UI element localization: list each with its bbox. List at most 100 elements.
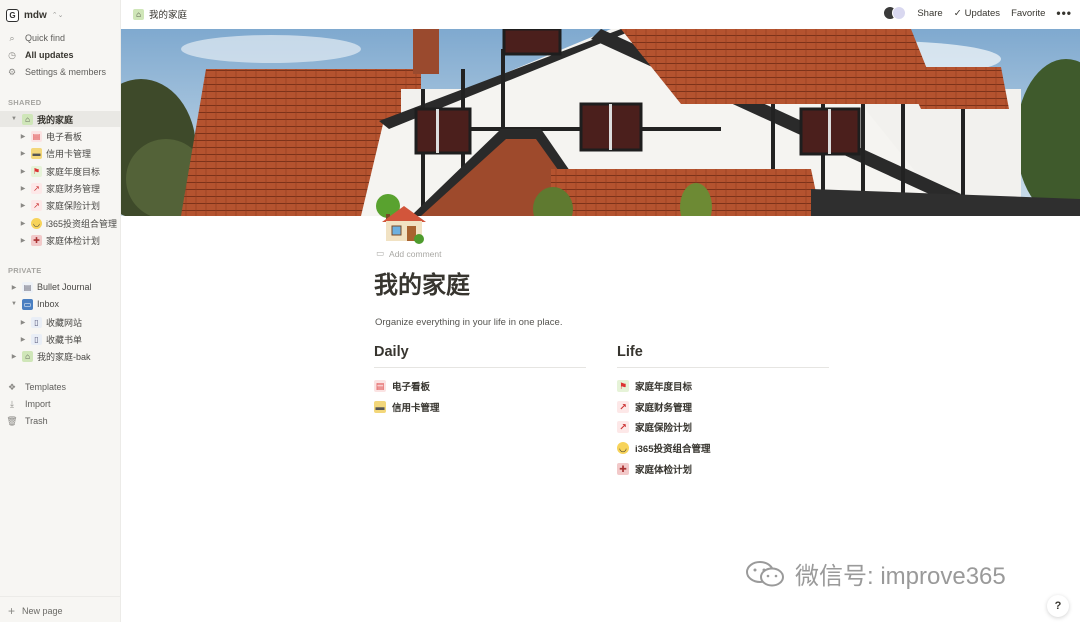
chevron-right-icon[interactable]: ▶: [19, 202, 27, 209]
link-finance[interactable]: ↗ 家庭财务管理: [617, 397, 829, 418]
link-label: 信用卡管理: [392, 402, 440, 414]
page-description[interactable]: Organize everything in your life in one …: [375, 317, 562, 328]
chart-up-icon: ↗: [617, 400, 629, 413]
chevron-right-icon[interactable]: ▶: [19, 220, 27, 227]
link-label: 家庭财务管理: [635, 402, 693, 414]
avatar: [892, 6, 907, 20]
link-investment[interactable]: ◡ i365投资组合管理: [617, 438, 829, 459]
updates-label: Updates: [964, 7, 1001, 19]
sidebar-item-label: 家庭财务管理: [46, 183, 101, 194]
chevron-right-icon[interactable]: ▶: [19, 336, 27, 343]
collaborator-avatars[interactable]: [883, 6, 907, 20]
link-insurance[interactable]: ↗ 家庭保险计划: [617, 417, 829, 438]
more-options-button[interactable]: •••: [1056, 6, 1072, 20]
chevron-right-icon[interactable]: ▶: [10, 353, 18, 360]
open-book-icon: ▯: [31, 333, 42, 345]
sidebar-item-label: 收藏书单: [46, 334, 83, 345]
link-annual-goals[interactable]: ⚑ 家庭年度目标: [617, 376, 829, 397]
link-label: i365投资组合管理: [635, 444, 711, 456]
sidebar-item-my-family-bak[interactable]: ▶ ⌂ 我的家庭-bak: [10, 348, 122, 364]
share-button[interactable]: Share: [917, 8, 942, 19]
sidebar-item-credit-card[interactable]: ▶ ▬ 信用卡管理: [19, 145, 131, 161]
sidebar-item-label: 家庭体检计划: [46, 235, 101, 246]
sidebar-item-bookmarks-sites[interactable]: ▶ ▯ 收藏网站: [19, 314, 131, 330]
sidebar-divider: [0, 596, 121, 597]
templates-button[interactable]: ❖ Templates: [6, 379, 118, 395]
chevron-right-icon[interactable]: ▶: [19, 150, 27, 157]
sidebar-item-annual-goals[interactable]: ▶ ⚑ 家庭年度目标: [19, 163, 131, 179]
all-updates-button[interactable]: ◷ All updates: [6, 47, 118, 63]
chevron-updown-icon: ⌃⌄: [51, 12, 64, 19]
chevron-right-icon[interactable]: ▶: [19, 237, 27, 244]
link-label: 电子看板: [392, 382, 431, 394]
sidebar-item-inbox[interactable]: ▼ ▭ Inbox: [10, 296, 122, 312]
sidebar-item-label: 家庭保险计划: [46, 200, 101, 211]
sidebar-item-label: i365投资组合管理: [46, 218, 118, 229]
sidebar-item-bullet-journal[interactable]: ▶ ▤ Bullet Journal: [10, 279, 122, 295]
hospital-icon: ✚: [617, 462, 629, 475]
chevron-down-icon[interactable]: ▼: [10, 116, 18, 122]
house-icon: ⌂: [22, 113, 33, 125]
settings-label: Settings & members: [25, 67, 107, 77]
chart-up-icon: ↗: [617, 421, 629, 434]
golf-flag-icon: ⚑: [31, 165, 42, 177]
chevron-right-icon[interactable]: ▶: [19, 133, 27, 140]
link-dashboard[interactable]: ▤ 电子看板: [374, 376, 586, 397]
page-title[interactable]: 我的家庭: [374, 265, 470, 300]
workspace-switcher[interactable]: G mdw ⌃⌄: [6, 7, 64, 23]
sidebar-item-investment[interactable]: ▶ ◡ i365投资组合管理: [19, 215, 131, 231]
help-button[interactable]: ?: [1047, 595, 1069, 617]
chart-up-icon: ↗: [31, 182, 42, 194]
sidebar-item-label: 我的家庭: [37, 114, 74, 125]
sidebar-item-bookmarks-books[interactable]: ▶ ▯ 收藏书单: [19, 331, 131, 347]
life-column: Life ⚑ 家庭年度目标 ↗ 家庭财务管理 ↗ 家庭保险计划 ◡ i365投资…: [617, 344, 829, 479]
breadcrumb-label: 我的家庭: [149, 10, 188, 21]
link-credit-card[interactable]: ▬ 信用卡管理: [374, 397, 586, 418]
new-page-label: New page: [22, 606, 63, 616]
house-icon: ⌂: [22, 350, 33, 362]
plus-icon: +: [8, 604, 16, 618]
calendar-icon: ▤: [374, 380, 386, 393]
house-with-garden-icon: [376, 194, 426, 244]
link-label: 家庭保险计划: [635, 423, 693, 435]
sidebar-item-insurance[interactable]: ▶ ↗ 家庭保险计划: [19, 197, 131, 213]
all-updates-label: All updates: [25, 50, 74, 60]
page-icon-house[interactable]: [374, 192, 428, 244]
chevron-right-icon[interactable]: ▶: [10, 284, 18, 291]
trash-label: Trash: [25, 416, 48, 426]
sidebar-item-checkup[interactable]: ▶ ✚ 家庭体检计划: [19, 232, 131, 248]
golf-flag-icon: ⚑: [617, 380, 629, 393]
updates-button[interactable]: ✓ Updates: [954, 8, 1000, 19]
house-photo: [121, 29, 1080, 216]
workspace-name: mdw: [24, 9, 47, 21]
sidebar: G mdw ⌃⌄ ⌕ Quick find ◷ All updates ⚙ Se…: [0, 0, 121, 622]
add-comment-button[interactable]: ▭ Add comment: [376, 248, 441, 259]
sidebar-item-my-family[interactable]: ▼ ⌂ 我的家庭: [0, 111, 121, 127]
chevron-right-icon[interactable]: ▶: [19, 168, 27, 175]
cover-image[interactable]: [121, 29, 1080, 216]
settings-button[interactable]: ⚙ Settings & members: [6, 64, 118, 80]
chevron-down-icon[interactable]: ▼: [10, 301, 18, 307]
daily-heading[interactable]: Daily: [374, 344, 586, 368]
inbox-tray-icon: ▭: [22, 298, 33, 310]
import-button[interactable]: ⤓ Import: [6, 396, 118, 412]
chevron-right-icon[interactable]: ▶: [19, 185, 27, 192]
sidebar-item-dashboard[interactable]: ▶ ▤ 电子看板: [19, 128, 131, 144]
sidebar-item-label: 电子看板: [46, 131, 83, 142]
notepad-icon: ▤: [22, 281, 33, 293]
chevron-right-icon[interactable]: ▶: [19, 319, 27, 326]
trash-button[interactable]: 🗑 Trash: [6, 413, 118, 429]
sidebar-item-label: 收藏网站: [46, 317, 83, 328]
new-page-button[interactable]: + New page: [8, 604, 63, 618]
favorite-button[interactable]: Favorite: [1011, 8, 1045, 19]
workspace-logo: G: [6, 8, 19, 22]
watermark-text: 微信号: improve365: [795, 563, 1006, 590]
sidebar-item-label: 信用卡管理: [46, 148, 92, 159]
daily-column: Daily ▤ 电子看板 ▬ 信用卡管理: [374, 344, 586, 417]
link-checkup[interactable]: ✚ 家庭体检计划: [617, 458, 829, 479]
quick-find-button[interactable]: ⌕ Quick find: [6, 30, 118, 46]
sidebar-item-finance[interactable]: ▶ ↗ 家庭财务管理: [19, 180, 131, 196]
breadcrumb[interactable]: ⌂ 我的家庭: [133, 7, 187, 21]
life-heading[interactable]: Life: [617, 344, 829, 368]
chart-up-icon: ↗: [31, 199, 42, 211]
